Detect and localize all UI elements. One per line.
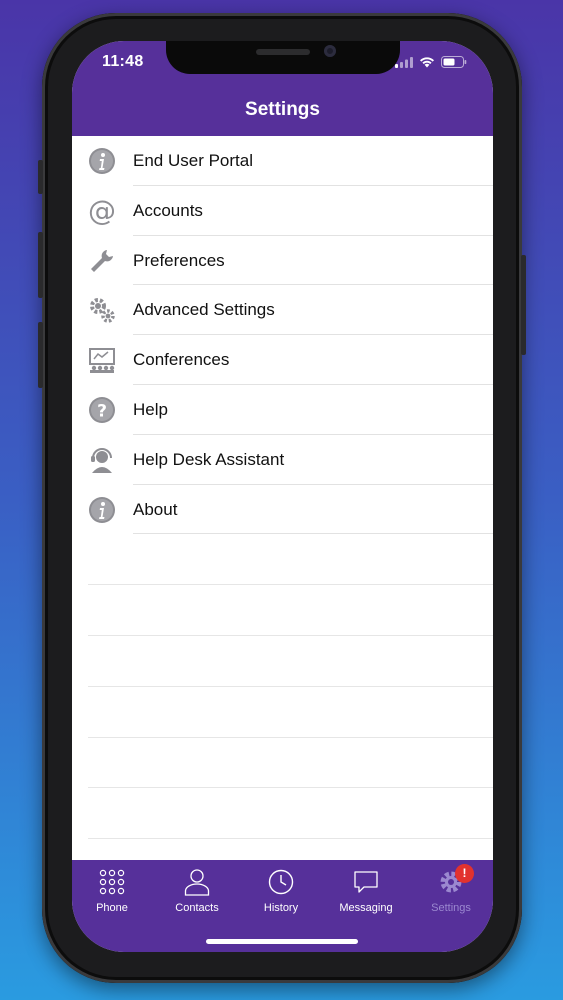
wrench-icon xyxy=(91,249,113,272)
svg-text:@: @ xyxy=(88,197,116,225)
help-icon: ? xyxy=(89,396,115,423)
page-title: Settings xyxy=(245,99,320,120)
menu-item-label: Conferences xyxy=(133,350,230,370)
menu-item-conferences[interactable]: Conferences xyxy=(88,335,493,385)
gears-icon xyxy=(90,298,115,324)
tab-label: Contacts xyxy=(175,902,219,914)
notch xyxy=(166,41,400,74)
svg-text:?: ? xyxy=(97,401,107,421)
info-icon xyxy=(89,496,115,523)
conference-icon xyxy=(89,348,115,374)
home-indicator[interactable] xyxy=(206,939,358,944)
tab-contacts[interactable]: Contacts xyxy=(155,868,239,914)
clock-icon xyxy=(268,869,294,895)
menu-item-label: Advanced Settings xyxy=(133,300,275,320)
person-icon xyxy=(184,869,210,896)
menu-item-label: About xyxy=(133,499,178,519)
menu-item-help[interactable]: ? Help xyxy=(88,385,493,435)
wifi-icon xyxy=(420,57,434,68)
menu-item-about[interactable]: About xyxy=(88,485,493,535)
settings-list: End User Portal @ Accounts Preferences A… xyxy=(72,136,493,840)
mute-switch xyxy=(38,160,43,194)
empty-row xyxy=(88,585,493,636)
empty-row xyxy=(88,636,493,687)
navigation-header: 11:48 Settings xyxy=(72,41,493,136)
chat-bubble-icon xyxy=(354,871,378,893)
empty-row xyxy=(88,687,493,738)
menu-item-label: Accounts xyxy=(133,200,203,220)
volume-up-button xyxy=(38,232,43,298)
status-icons xyxy=(395,56,467,68)
menu-item-help-desk-assistant[interactable]: Help Desk Assistant xyxy=(88,435,493,485)
menu-item-end-user-portal[interactable]: End User Portal xyxy=(88,136,493,186)
tab-label: Phone xyxy=(96,902,128,914)
menu-item-preferences[interactable]: Preferences xyxy=(88,236,493,286)
tab-history[interactable]: History xyxy=(239,868,323,914)
status-time: 11:48 xyxy=(102,53,144,70)
tab-settings[interactable]: ! Settings xyxy=(409,864,493,914)
power-button xyxy=(521,255,526,355)
speaker-grille xyxy=(256,49,310,55)
battery-icon xyxy=(441,56,467,68)
menu-item-accounts[interactable]: @ Accounts xyxy=(88,186,493,236)
headset-icon xyxy=(91,447,112,473)
menu-item-label: End User Portal xyxy=(133,151,253,170)
notification-badge: ! xyxy=(455,864,474,883)
empty-row xyxy=(88,738,493,789)
tab-label: History xyxy=(263,902,299,914)
tab-label: Messaging xyxy=(339,902,393,914)
tab-messaging[interactable]: Messaging xyxy=(324,868,408,914)
tab-bar: Phone Contacts History Messaging ! Setti… xyxy=(72,860,493,952)
tab-label: Settings xyxy=(431,902,471,914)
tab-phone[interactable]: Phone xyxy=(72,868,154,914)
info-icon xyxy=(89,148,115,174)
menu-item-label: Preferences xyxy=(133,250,225,270)
front-camera xyxy=(324,45,336,57)
empty-row xyxy=(88,788,493,840)
at-icon: @ xyxy=(88,197,116,225)
phone-screen: 11:48 Settings End User Portal @ Account… xyxy=(72,41,493,952)
volume-down-button xyxy=(38,322,43,388)
menu-item-label: Help Desk Assistant xyxy=(133,449,285,469)
menu-item-advanced-settings[interactable]: Advanced Settings xyxy=(88,285,493,335)
keypad-icon xyxy=(99,869,125,895)
menu-item-label: Help xyxy=(133,399,168,419)
empty-row xyxy=(88,534,493,586)
